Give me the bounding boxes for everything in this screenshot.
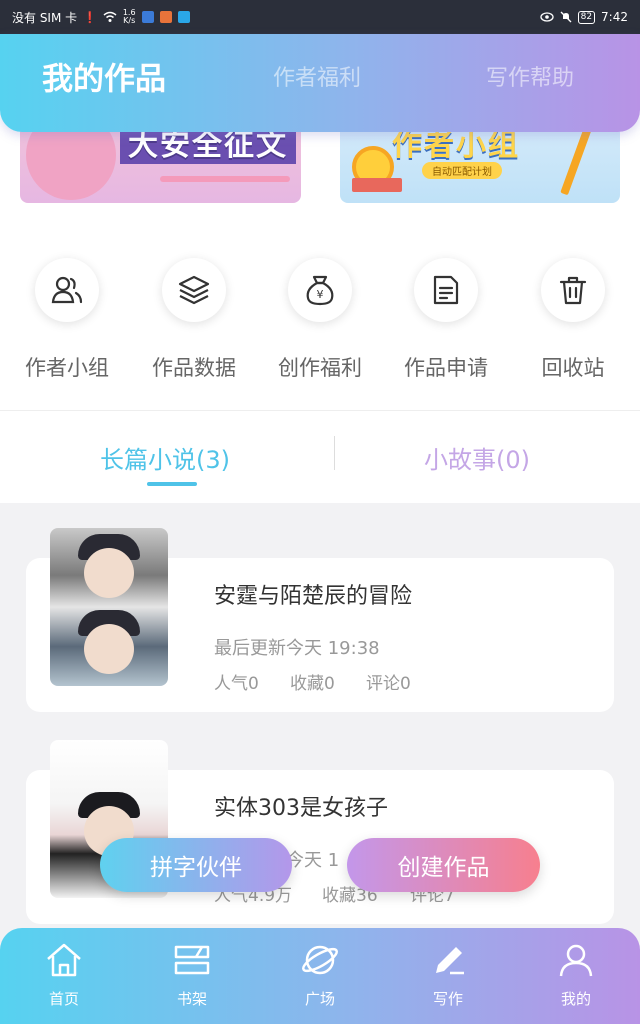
pencil-illustration xyxy=(560,126,592,196)
create-work-button[interactable]: 创建作品 xyxy=(347,838,540,892)
money-bag-icon: ¥ xyxy=(288,258,352,322)
segment-divider xyxy=(334,436,335,470)
nav-bookshelf[interactable]: 书架 xyxy=(142,940,242,1009)
cover-art xyxy=(84,624,134,674)
shortcut-recycle-bin[interactable]: 回收站 xyxy=(518,258,628,382)
nav-label: 广场 xyxy=(304,990,335,1008)
shortcut-label: 作品数据 xyxy=(152,356,236,380)
nav-label: 书架 xyxy=(176,990,207,1008)
search-notification-icon xyxy=(177,11,190,23)
mute-bell-icon xyxy=(560,11,572,23)
shortcut-creation-benefits[interactable]: ¥ 创作福利 xyxy=(265,258,375,382)
group-icon xyxy=(35,258,99,322)
trash-icon xyxy=(541,258,605,322)
work-favorites: 收藏0 xyxy=(290,674,335,694)
bookshelf-icon xyxy=(142,940,242,980)
active-tab-indicator xyxy=(147,482,197,486)
carrier-text: 没有 SIM 卡 xyxy=(12,10,78,25)
tab-author-benefits[interactable]: 作者福利 xyxy=(273,60,361,92)
app-notification-icon xyxy=(141,11,154,23)
top-header: 我的作品 作者福利 写作帮助 xyxy=(0,34,640,132)
planet-icon xyxy=(270,940,370,980)
home-icon xyxy=(14,940,114,980)
net-speed: 1.6 K/s xyxy=(123,9,136,25)
tab-writing-help[interactable]: 写作帮助 xyxy=(486,60,574,92)
document-icon xyxy=(414,258,478,322)
layers-icon xyxy=(162,258,226,322)
sim-alert-icon: ❗ xyxy=(83,10,97,24)
nav-profile[interactable]: 我的 xyxy=(526,940,626,1009)
shortcut-label: 回收站 xyxy=(541,356,605,380)
status-bar: 没有 SIM 卡 ❗ 1.6 K/s 82 7:42 xyxy=(0,0,640,34)
nav-home[interactable]: 首页 xyxy=(14,940,114,1009)
nav-label: 首页 xyxy=(48,990,79,1008)
pen-icon xyxy=(398,940,498,980)
shortcut-work-data[interactable]: 作品数据 xyxy=(139,258,249,382)
work-title[interactable]: 安霆与陌楚辰的冒险 xyxy=(214,578,412,610)
nav-label: 写作 xyxy=(432,990,463,1008)
clock: 7:42 xyxy=(601,10,628,24)
eye-icon xyxy=(539,12,554,22)
work-title[interactable]: 实体303是女孩子 xyxy=(214,790,388,822)
tab-my-works[interactable]: 我的作品 xyxy=(42,54,166,99)
work-popularity: 人气0 xyxy=(214,674,259,694)
tab-long-novels[interactable]: 长篇小说(3) xyxy=(100,440,230,475)
wifi-icon xyxy=(103,11,117,22)
divider xyxy=(0,410,640,411)
shortcut-work-application[interactable]: 作品申请 xyxy=(391,258,501,382)
shortcut-author-group[interactable]: 作者小组 xyxy=(12,258,122,382)
word-partner-button[interactable]: 拼字伙伴 xyxy=(100,838,292,892)
work-cover-image[interactable] xyxy=(50,528,168,686)
work-updated-time: 最后更新今天 19:38 xyxy=(214,638,380,659)
books-illustration xyxy=(352,178,402,192)
user-icon xyxy=(526,940,626,980)
bottom-navigation: 首页 书架 广场 写作 我的 xyxy=(0,928,640,1024)
svg-text:¥: ¥ xyxy=(317,288,324,301)
work-comments: 评论0 xyxy=(366,674,411,694)
battery-indicator: 82 xyxy=(577,10,596,24)
banner-decoration xyxy=(160,176,290,182)
shortcut-label: 作品申请 xyxy=(404,356,488,380)
nav-write[interactable]: 写作 xyxy=(398,940,498,1009)
shortcut-label: 创作福利 xyxy=(278,356,362,380)
shortcut-label: 作者小组 xyxy=(25,356,109,380)
cover-art xyxy=(84,548,134,598)
app-notification-icon xyxy=(159,11,172,23)
banner-chip: 自动匹配计划 xyxy=(422,162,502,179)
tab-short-stories[interactable]: 小故事(0) xyxy=(424,440,530,475)
nav-label: 我的 xyxy=(560,990,591,1008)
net-speed-unit: K/s xyxy=(123,16,136,25)
nav-square[interactable]: 广场 xyxy=(270,940,370,1009)
